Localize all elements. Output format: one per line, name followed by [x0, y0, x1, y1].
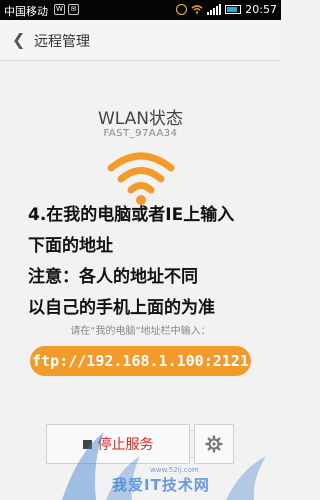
page-title: 远程管理: [34, 34, 90, 50]
ssid-label: FAST_97AA34: [103, 128, 178, 139]
instruction-overlay: 4.在我的电脑或者IE上输入 下面的地址 注意：各人的地址不同 以自己的手机上面…: [28, 200, 278, 324]
instruction-line: 以自己的手机上面的为准: [28, 298, 215, 318]
battery-icon: [225, 5, 242, 14]
stop-service-button[interactable]: 停止服务: [46, 424, 190, 464]
status-bar: 中国移动 W ✉ 20:57: [0, 0, 281, 20]
wlan-status-title: WLAN状态: [97, 109, 184, 129]
usb-icon: ✉: [68, 4, 79, 15]
notification-icon: W: [54, 4, 65, 15]
watermark-text: 我爱IT技术网: [112, 476, 210, 494]
stop-service-label: 停止服务: [97, 437, 154, 453]
gear-icon: [205, 435, 223, 453]
watermark-url: www.52ij.com: [150, 466, 199, 474]
wifi-status-icon: [191, 5, 203, 14]
carrier-name: 中国移动: [4, 5, 48, 18]
instruction-line: 4.在我的电脑或者IE上输入: [28, 205, 235, 225]
instruction-line: 下面的地址: [28, 236, 113, 256]
settings-button[interactable]: [194, 424, 234, 464]
alarm-icon: [176, 4, 188, 15]
clock: 20:57: [245, 3, 277, 16]
address-hint: 请在“我的电脑”地址栏中输入：: [70, 326, 211, 337]
ftp-address: ftp://192.168.1.100:2121: [30, 346, 251, 376]
instruction-line: 注意：各人的地址不同: [28, 267, 198, 287]
stop-icon: [82, 439, 92, 449]
back-chevron-icon[interactable]: ❮: [12, 30, 25, 49]
wifi-icon: [107, 152, 175, 205]
signal-icon: [207, 4, 222, 15]
app-header: ❮ 远程管理: [0, 20, 281, 61]
